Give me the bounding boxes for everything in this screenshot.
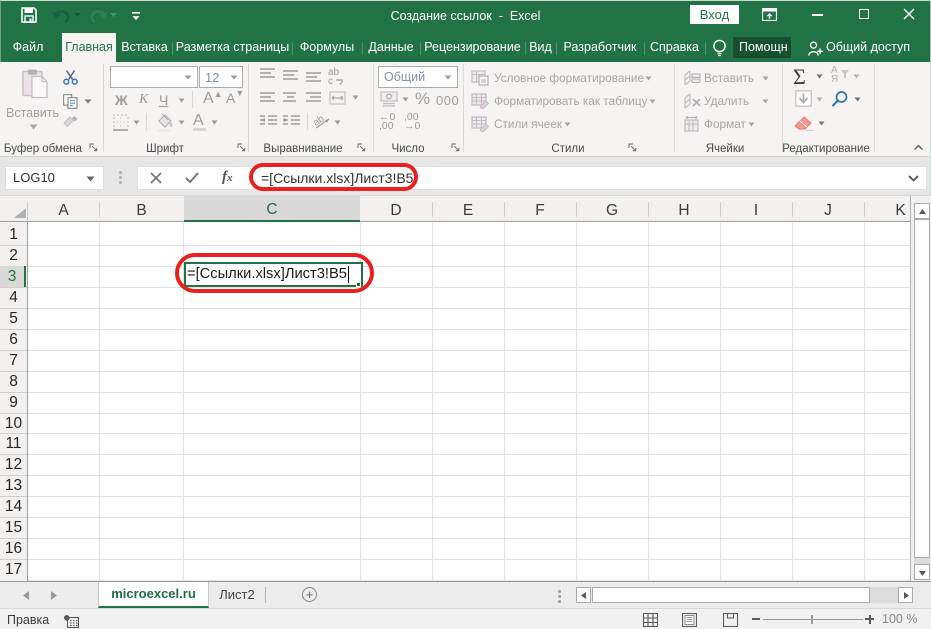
svg-text:c: c [328, 76, 333, 87]
